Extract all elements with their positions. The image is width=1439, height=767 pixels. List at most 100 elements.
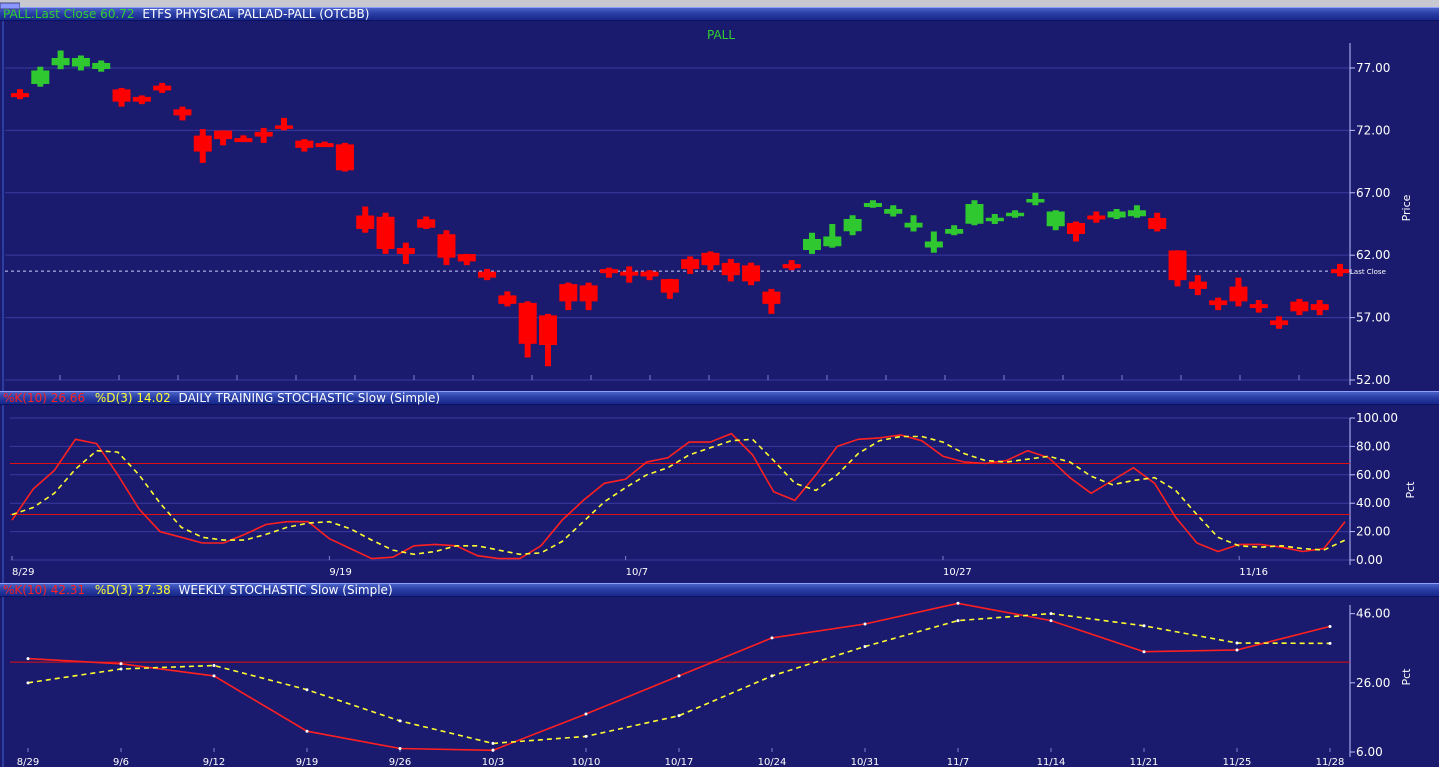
- candle-body: [1148, 218, 1167, 229]
- weekly-xtick-label: 10/31: [851, 757, 880, 767]
- weekly-data-point: [677, 674, 681, 678]
- daily-ytick-label: 20.00: [1356, 525, 1390, 539]
- weekly-data-point: [212, 664, 216, 668]
- daily-xtick-label: 11/16: [1239, 567, 1268, 578]
- weekly-header-text: %K(10) 42.31 %D(3) 37.38 WEEKLY STOCHAST…: [3, 583, 399, 597]
- daily-stochastic-chart: 100.00 80.00 60.00 40.00 20.00 0.00 Pct 8/29 9/1…: [0, 405, 1439, 583]
- candle-body: [539, 316, 557, 346]
- candle-body: [1229, 287, 1248, 302]
- candle-body: [518, 303, 537, 344]
- candle-body: [1168, 251, 1187, 281]
- daily-header-text: %K(10) 26.66 %D(3) 14.02 DAILY TRAINING …: [3, 391, 446, 405]
- candle-body: [742, 266, 761, 282]
- daily-xtick-label: 9/19: [329, 567, 351, 578]
- weekly-ytick-label: 46.00: [1356, 607, 1390, 621]
- candle-body: [579, 286, 598, 302]
- price-chart: 77.00 72.00 67.00 62.00 57.00 52.00 PALL Price L…: [0, 21, 1439, 392]
- candle-body: [721, 263, 740, 276]
- weekly-xtick-label: 10/10: [572, 757, 601, 767]
- candle-body: [376, 217, 395, 249]
- weekly-ylabel: Pct: [1400, 668, 1413, 686]
- weekly-xtick-label: 9/26: [389, 757, 411, 767]
- weekly-data-point: [1049, 612, 1053, 616]
- weekly-data-point: [1142, 624, 1146, 628]
- daily-xtick-label: 10/7: [626, 567, 648, 578]
- weekly-xtick-label: 11/28: [1316, 757, 1345, 767]
- weekly-data-point: [863, 622, 867, 626]
- candle-body: [193, 136, 212, 152]
- weekly-data-point: [119, 667, 123, 671]
- weekly-xtick-label: 10/24: [758, 757, 787, 767]
- candle-body: [417, 220, 436, 228]
- weekly-data-point: [305, 688, 309, 692]
- candle-body: [498, 296, 517, 304]
- weekly-ytick-label: 6.00: [1356, 745, 1383, 759]
- candle-body: [1290, 302, 1309, 312]
- daily-indicator-name: DAILY TRAINING STOCHASTIC Slow (Simple): [178, 391, 441, 405]
- candle-body: [965, 204, 984, 223]
- daily-stochastic-header: %K(10) 26.66 %D(3) 14.02 DAILY TRAINING …: [0, 391, 1439, 405]
- weekly-xtick-label: 10/17: [665, 757, 694, 767]
- daily-ylabel: Pct: [1404, 481, 1417, 499]
- candle: [965, 200, 984, 226]
- weekly-data-point: [1235, 641, 1239, 645]
- candle-body: [701, 253, 720, 266]
- daily-ytick-label: 60.00: [1356, 468, 1390, 482]
- weekly-xtick-label: 11/21: [1130, 757, 1159, 767]
- candle-body: [71, 57, 90, 66]
- daily-ytick-label: 40.00: [1356, 496, 1390, 510]
- candle-body: [1046, 211, 1065, 226]
- weekly-data-point: [584, 712, 588, 716]
- daily-ytick-label: 0.00: [1356, 553, 1383, 567]
- daily-xtick-label: 10/27: [943, 567, 972, 578]
- price-plot-background: [0, 21, 1439, 392]
- weekly-data-point: [770, 674, 774, 678]
- weekly-data-point: [398, 719, 402, 723]
- candle-body: [112, 90, 131, 102]
- weekly-xtick-label: 11/25: [1223, 757, 1252, 767]
- weekly-data-point: [491, 748, 495, 752]
- price-ytick-label: 77.00: [1356, 61, 1390, 75]
- candle-body: [214, 131, 233, 140]
- weekly-data-point: [770, 636, 774, 640]
- weekly-k-label: %K(10) 42.31: [3, 583, 86, 597]
- candle-body: [762, 292, 781, 304]
- candle-body: [31, 70, 50, 83]
- candle-body: [681, 260, 700, 269]
- candle: [376, 212, 395, 254]
- weekly-ytick-label: 26.00: [1356, 676, 1390, 690]
- weekly-data-point: [1328, 624, 1332, 628]
- price-ytick-label: 62.00: [1356, 248, 1390, 262]
- weekly-d-label: %D(3) 37.38: [94, 583, 171, 597]
- price-ytick-label: 52.00: [1356, 373, 1390, 387]
- daily-ytick-label: 100.00: [1356, 411, 1398, 425]
- weekly-data-point: [491, 741, 495, 745]
- weekly-xtick-label: 9/19: [296, 757, 318, 767]
- daily-ytick-label: 80.00: [1356, 439, 1390, 453]
- weekly-data-point: [1049, 619, 1053, 623]
- price-ytick-label: 72.00: [1356, 123, 1390, 137]
- weekly-data-point: [305, 729, 309, 733]
- weekly-data-point: [1328, 641, 1332, 645]
- weekly-xtick-label: 11/7: [947, 757, 969, 767]
- weekly-xtick-label: 10/3: [482, 757, 504, 767]
- weekly-data-point: [584, 734, 588, 738]
- weekly-data-point: [863, 645, 867, 649]
- candle-body: [1067, 223, 1085, 234]
- daily-xtick-label: 8/29: [12, 567, 34, 578]
- weekly-plot-background: [0, 597, 1439, 767]
- candle-body: [356, 216, 375, 229]
- candle-body: [437, 235, 456, 258]
- weekly-xtick-label: 9/6: [113, 757, 129, 767]
- weekly-data-point: [119, 662, 123, 666]
- weekly-data-point: [956, 601, 960, 605]
- weekly-xtick-label: 9/12: [203, 757, 225, 767]
- weekly-data-point: [212, 674, 216, 678]
- price-ytick-label: 57.00: [1356, 311, 1390, 325]
- candle-body: [660, 280, 679, 293]
- candle: [335, 142, 354, 172]
- price-ylabel: Price: [1400, 194, 1413, 221]
- weekly-indicator-name: WEEKLY STOCHASTIC Slow (Simple): [178, 583, 393, 597]
- price-ytick-label: 67.00: [1356, 186, 1390, 200]
- daily-plot-background: [0, 405, 1439, 583]
